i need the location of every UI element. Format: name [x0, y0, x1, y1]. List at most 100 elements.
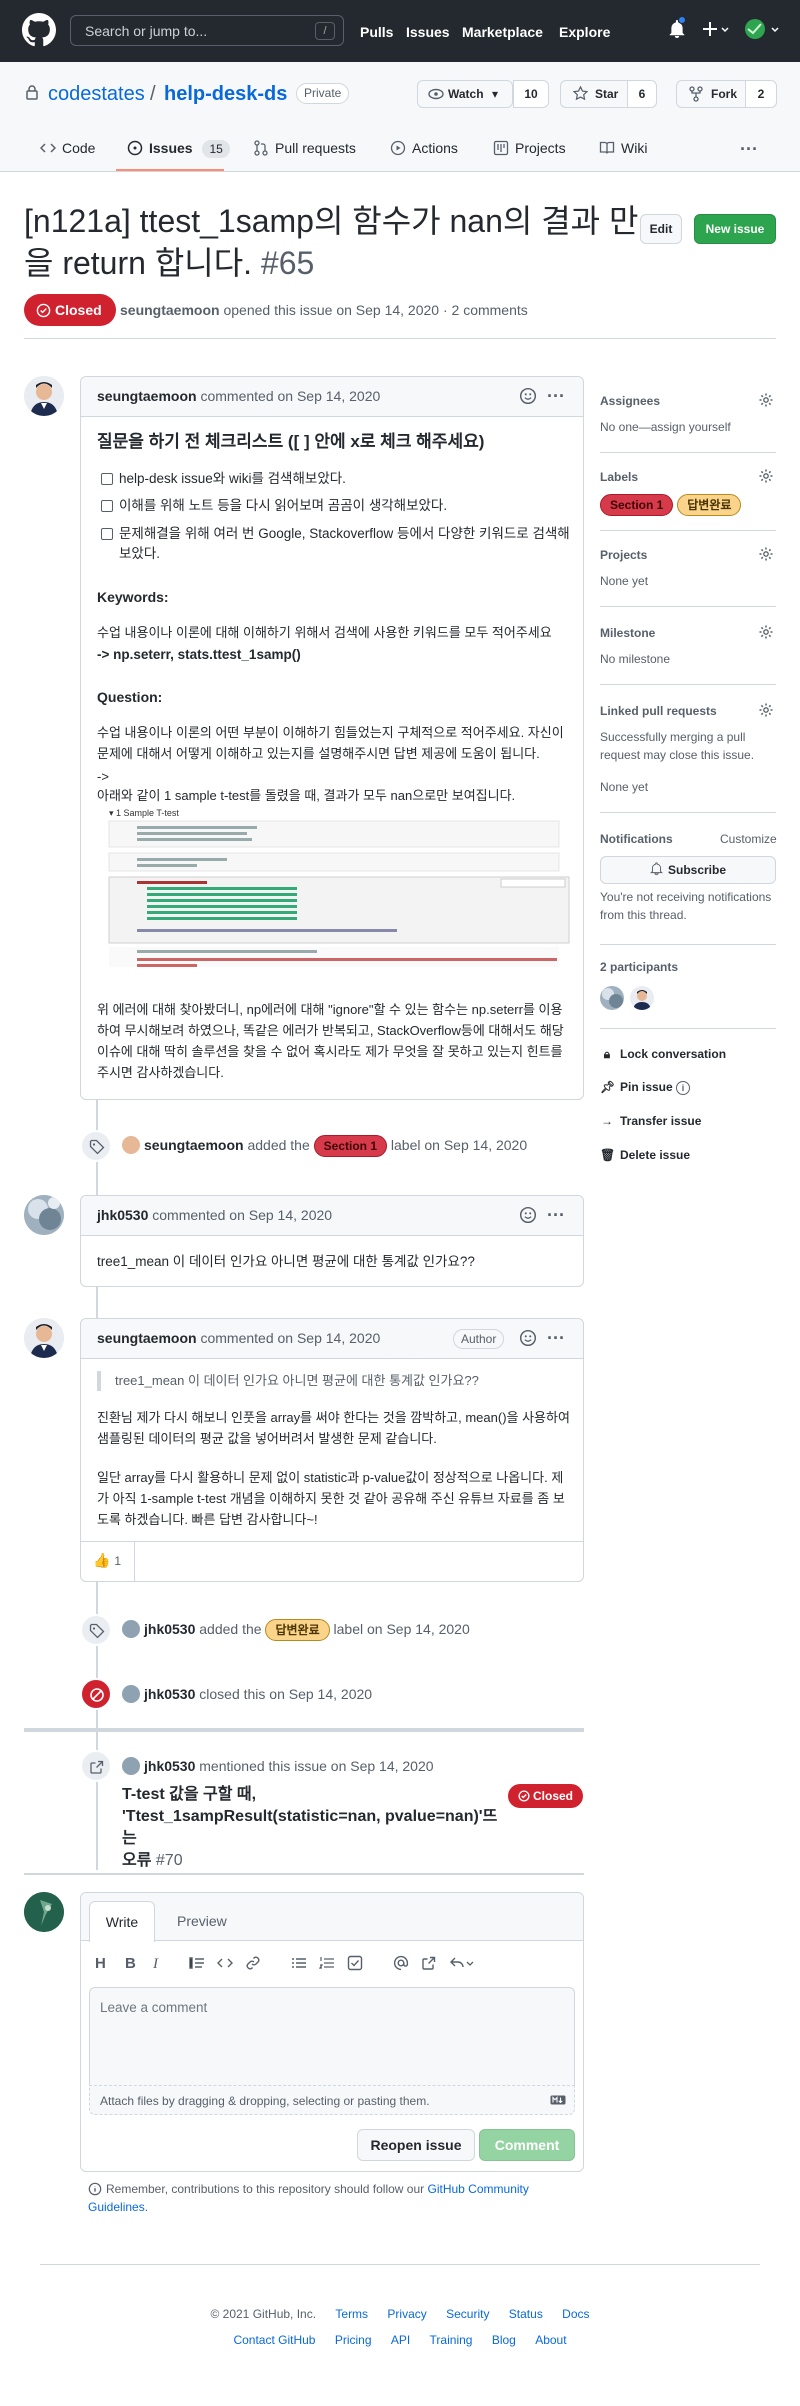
- bold-icon[interactable]: B: [125, 1953, 136, 1976]
- gear-icon[interactable]: [758, 546, 774, 562]
- issue-author-link[interactable]: seungtaemoon: [120, 302, 220, 318]
- more-tabs-icon[interactable]: ···: [740, 136, 758, 163]
- gear-icon[interactable]: [758, 624, 774, 640]
- label-answered[interactable]: 답변완료: [265, 1619, 330, 1641]
- comment-date[interactable]: commented on Sep 14, 2020: [200, 388, 380, 404]
- info-icon[interactable]: i: [676, 1081, 691, 1095]
- quote-icon[interactable]: [189, 1953, 205, 1973]
- notebook-screenshot[interactable]: ▾ 1 Sample T-test: [97, 805, 571, 973]
- comment-textarea[interactable]: Leave a comment: [89, 1987, 575, 2085]
- sidebar-milestone-title[interactable]: Milestone: [600, 624, 655, 642]
- subscribe-button[interactable]: Subscribe: [600, 856, 776, 884]
- sidebar-assignees-title[interactable]: Assignees: [600, 392, 660, 410]
- checkbox[interactable]: [101, 500, 113, 513]
- tab-wiki[interactable]: Wiki: [599, 138, 647, 159]
- reply-icon[interactable]: [449, 1953, 475, 1973]
- footer-link-training[interactable]: Training: [430, 2333, 473, 2347]
- avatar[interactable]: [122, 1136, 140, 1154]
- gear-icon[interactable]: [758, 392, 774, 408]
- event-user[interactable]: seungtaemoon: [144, 1137, 244, 1153]
- task-list-icon[interactable]: [347, 1953, 363, 1973]
- ordered-list-icon[interactable]: [319, 1953, 335, 1973]
- avatar[interactable]: [122, 1620, 140, 1638]
- link-icon[interactable]: [245, 1953, 261, 1973]
- avatar[interactable]: [122, 1757, 140, 1775]
- footer-link-contact[interactable]: Contact GitHub: [233, 2333, 315, 2347]
- smiley-icon[interactable]: [519, 387, 537, 405]
- footer-link-security[interactable]: Security: [446, 2307, 489, 2321]
- footer-link-terms[interactable]: Terms: [335, 2307, 368, 2321]
- comment-button[interactable]: Comment: [479, 2129, 575, 2161]
- user-avatar-menu[interactable]: [744, 17, 784, 41]
- reopen-issue-button[interactable]: Reopen issue: [357, 2129, 475, 2161]
- referenced-issue-link[interactable]: T-test 값을 구할 때, 'Ttest_1sampResult(stati…: [122, 1784, 502, 1872]
- tab-pull-requests[interactable]: Pull requests: [253, 138, 356, 159]
- star-button[interactable]: Star 6: [560, 80, 657, 108]
- participant-avatar[interactable]: [600, 986, 624, 1010]
- assignees-value[interactable]: No one—assign yourself: [600, 418, 731, 436]
- gear-icon[interactable]: [758, 468, 774, 484]
- attach-files-area[interactable]: Attach files by dragging & dropping, sel…: [89, 2085, 575, 2115]
- comment-author[interactable]: jhk0530: [97, 1207, 148, 1223]
- comment-author[interactable]: seungtaemoon: [97, 1330, 197, 1346]
- tab-preview[interactable]: Preview: [177, 1911, 227, 1932]
- thumbs-up-reaction[interactable]: 👍 1: [81, 1542, 135, 1582]
- footer-link-privacy[interactable]: Privacy: [387, 2307, 426, 2321]
- sidebar-linked-pr-title[interactable]: Linked pull requests: [600, 702, 717, 720]
- avatar[interactable]: [24, 1892, 64, 1932]
- footer-link-status[interactable]: Status: [509, 2307, 543, 2321]
- kebab-menu-icon[interactable]: ···: [547, 1202, 565, 1229]
- label-section-1[interactable]: Section 1: [313, 1135, 388, 1157]
- repo-name-link[interactable]: help-desk-ds: [164, 79, 287, 109]
- code-icon[interactable]: [217, 1953, 233, 1973]
- delete-issue-link[interactable]: 🗑︎ Delete issue: [600, 1146, 690, 1164]
- footer-link-docs[interactable]: Docs: [562, 2307, 589, 2321]
- tab-issues[interactable]: Issues 15: [127, 138, 230, 159]
- event-user[interactable]: jhk0530: [144, 1686, 195, 1702]
- avatar[interactable]: [24, 376, 64, 416]
- footer-link-blog[interactable]: Blog: [492, 2333, 516, 2347]
- checkbox[interactable]: [101, 473, 113, 485]
- pin-issue-link[interactable]: 📌︎ Pin issue i: [600, 1078, 691, 1096]
- plus-icon[interactable]: [702, 19, 730, 39]
- tab-projects[interactable]: Projects: [493, 138, 566, 159]
- avatar[interactable]: [24, 1318, 64, 1358]
- footer-link-pricing[interactable]: Pricing: [335, 2333, 372, 2347]
- event-user[interactable]: jhk0530: [144, 1621, 195, 1637]
- transfer-issue-link[interactable]: → Transfer issue: [600, 1112, 701, 1130]
- sidebar-projects-title[interactable]: Projects: [600, 546, 647, 564]
- avatar[interactable]: [122, 1685, 140, 1703]
- lock-conversation-link[interactable]: 🔒︎ Lock conversation: [600, 1045, 726, 1063]
- edit-button[interactable]: Edit: [640, 214, 682, 244]
- nav-explore[interactable]: Explore: [559, 22, 610, 43]
- kebab-menu-icon[interactable]: ···: [547, 383, 565, 410]
- comment-date[interactable]: commented on Sep 14, 2020: [152, 1207, 332, 1223]
- label-answered[interactable]: 답변완료: [677, 494, 742, 516]
- tab-write[interactable]: Write: [89, 1901, 155, 1942]
- repo-owner-link[interactable]: codestates: [48, 79, 145, 109]
- sidebar-labels-title[interactable]: Labels: [600, 468, 638, 486]
- nav-issues[interactable]: Issues: [406, 22, 450, 43]
- smiley-icon[interactable]: [519, 1206, 537, 1224]
- nav-marketplace[interactable]: Marketplace: [462, 22, 543, 43]
- cross-reference-icon[interactable]: [421, 1953, 437, 1973]
- gear-icon[interactable]: [758, 702, 774, 718]
- comment-author[interactable]: seungtaemoon: [97, 388, 197, 404]
- event-user[interactable]: jhk0530: [144, 1758, 195, 1774]
- customize-link[interactable]: Customize: [720, 830, 777, 848]
- heading-icon[interactable]: H: [95, 1953, 106, 1976]
- tab-actions[interactable]: Actions: [390, 138, 458, 159]
- github-logo-icon[interactable]: [22, 13, 56, 47]
- comment-date[interactable]: commented on Sep 14, 2020: [200, 1330, 380, 1346]
- tab-code[interactable]: Code: [40, 138, 95, 159]
- label-section-1[interactable]: Section 1: [600, 494, 674, 516]
- nav-pulls[interactable]: Pulls: [360, 22, 393, 43]
- checkbox[interactable]: [101, 527, 113, 540]
- watch-button[interactable]: Watch ▾ 10: [417, 80, 549, 108]
- new-issue-button[interactable]: New issue: [694, 214, 776, 244]
- unordered-list-icon[interactable]: [291, 1953, 307, 1973]
- footer-link-api[interactable]: API: [391, 2333, 410, 2347]
- bell-icon[interactable]: [668, 16, 686, 39]
- kebab-menu-icon[interactable]: ···: [547, 1325, 565, 1352]
- fork-button[interactable]: Fork 2: [676, 80, 777, 108]
